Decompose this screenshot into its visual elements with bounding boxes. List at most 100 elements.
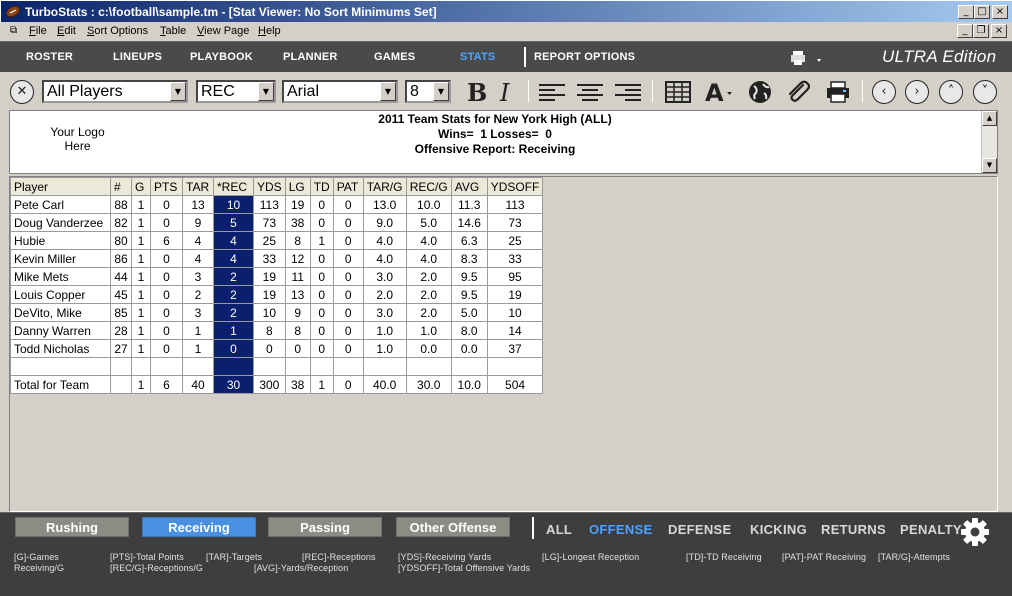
stat-cell[interactable] (150, 357, 183, 376)
player-name-cell[interactable]: Hubie (10, 231, 111, 250)
stat-cell[interactable]: 25 (486, 231, 544, 250)
stat-cell[interactable]: 1 (131, 303, 151, 322)
stat-cell[interactable]: 4.0 (405, 231, 452, 250)
chevron-down-icon[interactable]: ▼ (433, 82, 449, 101)
table-row[interactable]: DeVito, Mike 85 1 0 3 2 10 9 0 0 3.0 2.0 5.0 10 (10, 303, 544, 322)
stat-cell[interactable]: 10 (486, 303, 544, 322)
stat-cell[interactable]: 10.0 (405, 195, 452, 214)
stat-cell[interactable] (110, 357, 132, 376)
stat-cell[interactable] (182, 357, 214, 376)
stat-cell[interactable]: 2.0 (405, 285, 452, 304)
stat-cell[interactable]: 95 (486, 267, 544, 286)
menu-help[interactable]: Help (258, 25, 281, 37)
player-name-cell[interactable]: Kevin Miller (10, 249, 111, 268)
stat-cell[interactable]: 2 (213, 267, 254, 286)
stat-cell[interactable]: 0 (150, 303, 183, 322)
print-menu-icon[interactable] (790, 48, 824, 68)
player-name-cell[interactable]: Louis Copper (10, 285, 111, 304)
stat-cell[interactable]: 0 (332, 375, 364, 394)
mdi-restore-button[interactable]: ❐ (973, 24, 989, 38)
table-row[interactable]: Pete Carl 88 1 0 13 10 113 19 0 0 13.0 10.0 11.3 113 (10, 195, 544, 214)
stat-cell[interactable]: 11.3 (450, 195, 488, 214)
stat-cell[interactable]: 3.0 (362, 303, 407, 322)
align-left-icon[interactable] (538, 79, 566, 105)
stat-cell[interactable]: 80 (110, 231, 132, 250)
stat-cell[interactable]: 2.0 (362, 285, 407, 304)
stat-cell[interactable]: 0 (213, 339, 254, 358)
minimize-button[interactable]: _ (958, 5, 974, 19)
table-row[interactable]: Kevin Miller 86 1 0 4 4 33 12 0 0 4.0 4.0 8.3 33 (10, 249, 544, 268)
player-name-cell[interactable]: Doug Vanderzee (10, 213, 111, 232)
filter-penalty[interactable]: PENALTY (900, 522, 962, 537)
stat-cell[interactable] (332, 357, 364, 376)
stat-cell[interactable]: 4 (213, 249, 254, 268)
stat-cell[interactable]: 10.0 (450, 375, 488, 394)
stat-cell[interactable]: 10 (253, 303, 286, 322)
stat-cell[interactable]: 1 (309, 375, 334, 394)
stat-cell[interactable]: 1 (131, 375, 151, 394)
stat-cell[interactable]: 0 (253, 339, 286, 358)
menu-file[interactable]: File (29, 25, 47, 37)
stat-cell[interactable]: 45 (110, 285, 132, 304)
mdi-close-button[interactable]: × (991, 24, 1007, 38)
stat-cell[interactable]: 0 (309, 267, 334, 286)
scroll-up-icon[interactable]: ▲ (982, 111, 997, 126)
stat-cell[interactable]: 8 (284, 321, 311, 340)
filter-returns[interactable]: RETURNS (821, 522, 886, 537)
gear-icon[interactable] (960, 517, 990, 547)
column-header[interactable]: # (110, 177, 132, 196)
column-header[interactable]: PTS (150, 177, 183, 196)
stat-cell[interactable]: 14 (486, 321, 544, 340)
system-menu-icon[interactable]: ⧉ (10, 25, 17, 36)
column-header[interactable]: Player (10, 177, 111, 196)
stat-cell[interactable]: 0 (150, 285, 183, 304)
stat-cell[interactable]: 14.6 (450, 213, 488, 232)
stat-cell[interactable] (486, 357, 544, 376)
chevron-right-icon[interactable]: › (905, 80, 929, 104)
stat-cell[interactable]: 0 (332, 303, 364, 322)
globe-icon[interactable] (746, 79, 774, 105)
category-other-offense[interactable]: Other Offense (396, 517, 510, 537)
stat-cell[interactable]: 0 (150, 213, 183, 232)
stat-cell[interactable]: 40.0 (362, 375, 407, 394)
stat-cell[interactable]: 1 (131, 231, 151, 250)
font-family-select[interactable]: Arial ▼ (282, 80, 398, 103)
chevron-down-icon[interactable]: ▼ (258, 82, 274, 101)
stat-cell[interactable]: 40 (182, 375, 214, 394)
stat-cell[interactable] (131, 357, 151, 376)
stat-cell[interactable]: 0 (309, 303, 334, 322)
close-view-icon[interactable]: ✕ (10, 80, 34, 104)
stat-cell[interactable]: 1 (131, 213, 151, 232)
column-header[interactable]: YDSOFF (486, 177, 544, 196)
stat-cell[interactable]: 0 (150, 267, 183, 286)
stat-cell[interactable]: 0 (332, 321, 364, 340)
stat-cell[interactable]: 0 (150, 321, 183, 340)
stat-cell[interactable]: 19 (284, 195, 311, 214)
stat-column-select[interactable]: REC ▼ (196, 80, 276, 103)
stat-cell[interactable]: 38 (284, 213, 311, 232)
stat-cell[interactable]: 0 (309, 339, 334, 358)
stat-cell[interactable]: 8 (253, 321, 286, 340)
paperclip-icon[interactable] (784, 79, 812, 105)
stat-cell[interactable] (405, 357, 452, 376)
category-passing[interactable]: Passing (268, 517, 382, 537)
stat-cell[interactable]: 504 (486, 375, 544, 394)
close-button[interactable]: × (992, 5, 1008, 19)
menu-view-page[interactable]: View Page (197, 25, 249, 37)
stat-cell[interactable]: 37 (486, 339, 544, 358)
bold-icon[interactable]: B (464, 79, 490, 105)
stat-cell[interactable]: 0 (332, 285, 364, 304)
stat-cell[interactable]: 0 (309, 249, 334, 268)
stat-cell[interactable] (309, 357, 334, 376)
stat-cell[interactable]: 0 (309, 195, 334, 214)
column-header[interactable]: TAR/G (362, 177, 407, 196)
stat-cell[interactable] (110, 375, 132, 394)
column-header[interactable]: LG (284, 177, 311, 196)
nav-report-options[interactable]: REPORT OPTIONS (534, 51, 635, 63)
stat-cell[interactable]: 33 (486, 249, 544, 268)
nav-planner[interactable]: PLANNER (283, 51, 338, 63)
player-name-cell[interactable]: Pete Carl (10, 195, 111, 214)
stat-cell[interactable]: 4.0 (362, 249, 407, 268)
stat-cell[interactable]: 0 (309, 213, 334, 232)
stat-cell[interactable]: 33 (253, 249, 286, 268)
